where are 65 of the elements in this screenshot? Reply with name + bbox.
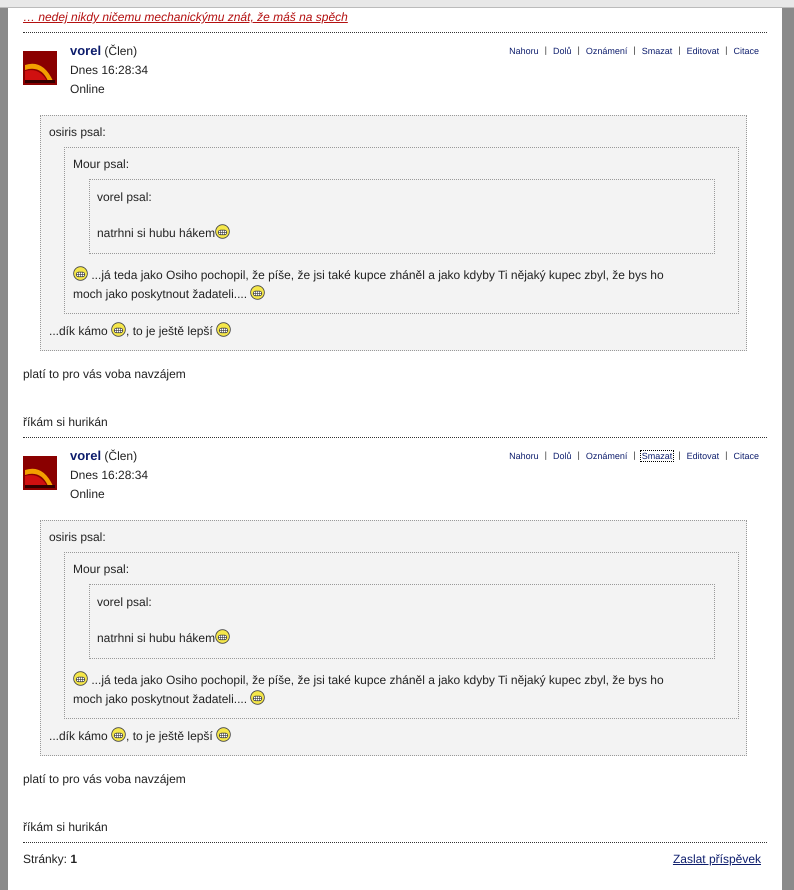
post-action-link[interactable]: Smazat <box>640 45 674 57</box>
quote-text: natrhni si hubu hákem <box>97 631 216 645</box>
post-signature: říkám si hurikán <box>23 415 109 431</box>
online-status: Online <box>70 486 106 503</box>
post-signature: říkám si hurikán <box>23 820 109 836</box>
grin-smiley-icon <box>73 266 88 281</box>
grin-smiley-icon <box>216 322 232 337</box>
quote-text: moch jako poskytnout žadateli.... <box>73 692 248 706</box>
author-name[interactable]: vorel <box>70 448 102 463</box>
post-action-link[interactable]: Citace <box>731 45 761 57</box>
quote-author: vorel psal: <box>97 189 153 205</box>
quote-text: , to je ještě lepší <box>126 324 214 338</box>
author-name[interactable]: vorel <box>70 43 102 58</box>
post-date: Dnes 16:28:34 <box>70 467 150 484</box>
post-action-link[interactable]: Smazat <box>640 450 674 462</box>
quote-text: moch jako poskytnout žadateli.... <box>73 287 248 301</box>
post-date: Dnes 16:28:34 <box>70 62 150 79</box>
post-action-link[interactable]: Nahoru <box>507 45 541 57</box>
post-action-link[interactable]: Editovat <box>684 450 722 462</box>
separator: | <box>678 450 681 462</box>
post-action-link[interactable]: Editovat <box>684 45 722 57</box>
grin-smiley-icon <box>111 727 126 742</box>
signature-link[interactable]: … nedej nikdy ničemu mechanickýmu znát, že máš na spěch <box>23 10 348 24</box>
author-role: (Člen) <box>104 44 138 58</box>
grin-smiley-icon <box>216 727 232 742</box>
post-action-link[interactable]: Nahoru <box>507 450 541 462</box>
quote-text: , to je ještě lepší <box>126 729 214 743</box>
grin-smiley-icon <box>215 629 230 644</box>
separator: | <box>544 45 548 57</box>
grin-smiley-icon <box>215 224 230 239</box>
quote-author: vorel psal: <box>97 594 153 610</box>
quote-text: ...já teda jako Osiho pochopil, že píše, že jsi také kupce zháněl a jako kdyby Ti nějaký kupec zbyl, že bys ho <box>90 268 664 282</box>
separator: | <box>725 45 728 57</box>
quote-text: ...já teda jako Osiho pochopil, že píše, že jsi také kupce zháněl a jako kdyby Ti nějaký kupec zbyl, že bys ho <box>90 673 664 687</box>
quote-text: ...dík kámo <box>49 324 109 338</box>
separator: | <box>678 45 681 57</box>
quote-text: natrhni si hubu hákem <box>97 226 216 240</box>
post-action-link[interactable]: Citace <box>731 450 761 462</box>
separator: | <box>633 450 636 462</box>
post-action-link[interactable]: Oznámení <box>584 45 630 57</box>
post-text: platí to pro vás voba navzájem <box>23 772 187 788</box>
quote-author: osiris psal: <box>49 124 107 140</box>
quote-text: ...dík kámo <box>49 729 109 743</box>
post-action-link[interactable]: Dolů <box>551 450 574 462</box>
quote-author: osiris psal: <box>49 529 107 545</box>
grin-smiley-icon <box>73 671 88 686</box>
grin-smiley-icon <box>250 690 266 705</box>
quote-author: Mour psal: <box>73 561 130 577</box>
grin-smiley-icon <box>250 285 266 300</box>
avatar-icon <box>23 456 57 490</box>
grin-smiley-icon <box>111 322 126 337</box>
post-text: platí to pro vás voba navzájem <box>23 367 187 383</box>
pages-label: Stránky: 1 <box>23 852 78 866</box>
separator: | <box>578 450 580 462</box>
separator: | <box>578 45 580 57</box>
separator: | <box>633 45 636 57</box>
author-role: (Člen) <box>104 449 138 463</box>
separator: | <box>544 450 548 462</box>
separator: | <box>725 450 728 462</box>
quote-author: Mour psal: <box>73 156 130 172</box>
online-status: Online <box>70 81 106 98</box>
send-post-link[interactable]: Zaslat příspěvek <box>672 852 761 866</box>
post-action-link[interactable]: Dolů <box>551 45 574 57</box>
avatar-icon <box>23 51 57 85</box>
post-action-link[interactable]: Oznámení <box>584 450 630 462</box>
